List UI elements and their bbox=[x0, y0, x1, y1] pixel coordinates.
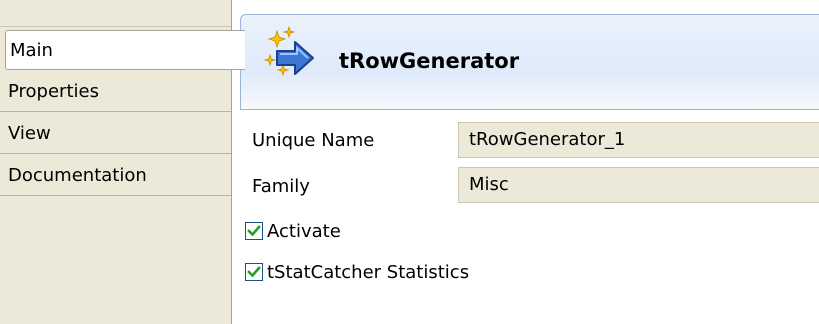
unique-name-field[interactable]: tRowGenerator_1 bbox=[458, 122, 819, 158]
tab-documentation-label: Documentation bbox=[8, 165, 147, 186]
statcatcher-checkbox[interactable] bbox=[245, 263, 263, 281]
tab-documentation[interactable]: Documentation bbox=[0, 156, 231, 196]
tab-strip: Properties View Documentation Main bbox=[0, 0, 245, 324]
tab-main-label: Main bbox=[10, 40, 53, 61]
component-arrow-sparkle-icon bbox=[261, 25, 319, 83]
component-header: tRowGenerator bbox=[240, 14, 819, 110]
tab-view-label: View bbox=[8, 123, 51, 144]
activate-label: Activate bbox=[267, 221, 341, 242]
tab-strip-divider bbox=[0, 26, 232, 27]
unique-name-label: Unique Name bbox=[252, 130, 375, 151]
checkmark-icon bbox=[247, 266, 261, 278]
checkmark-icon bbox=[247, 225, 261, 237]
tab-view[interactable]: View bbox=[0, 114, 231, 154]
family-label: Family bbox=[252, 176, 310, 197]
component-title: tRowGenerator bbox=[339, 49, 520, 73]
family-field[interactable]: Misc bbox=[458, 167, 819, 203]
tab-main[interactable]: Main bbox=[5, 30, 245, 70]
statcatcher-label: tStatCatcher Statistics bbox=[267, 262, 470, 283]
tab-properties[interactable]: Properties bbox=[0, 72, 231, 112]
component-properties-view: Properties View Documentation Main tRowG… bbox=[0, 0, 819, 324]
activate-checkbox[interactable] bbox=[245, 222, 263, 240]
tab-properties-label: Properties bbox=[8, 81, 99, 102]
